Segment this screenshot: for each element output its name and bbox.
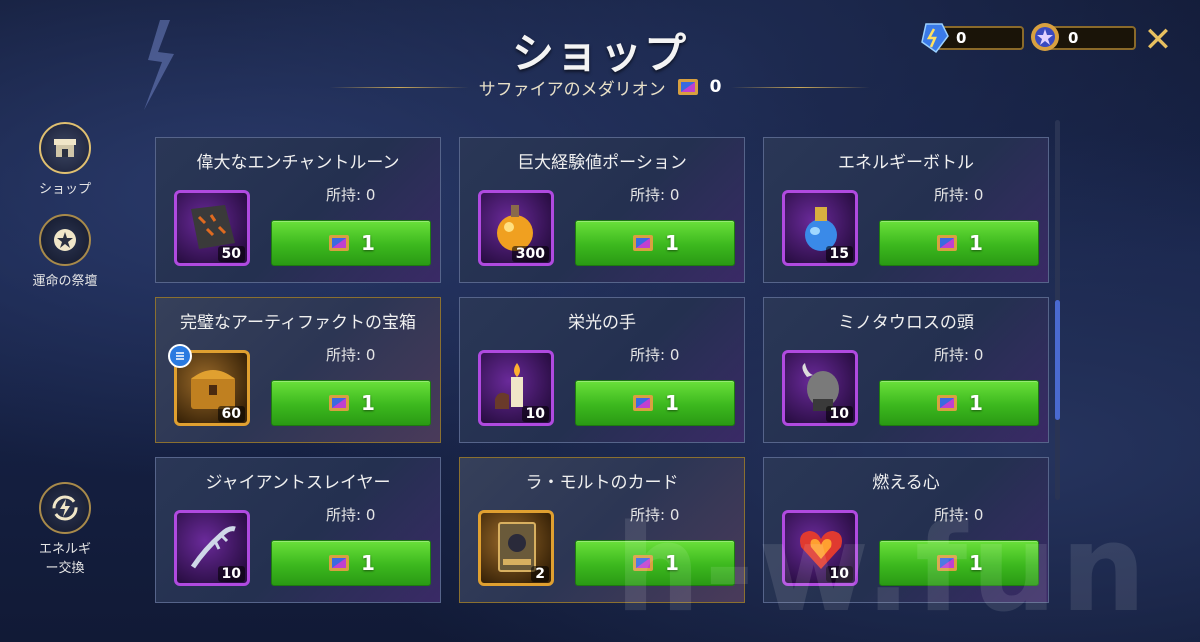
item-owned: 所持: 0 bbox=[630, 506, 680, 524]
energy-crystal-counter: 0 bbox=[921, 23, 1024, 54]
buy-price: 1 bbox=[665, 231, 679, 255]
item-owned: 所持: 0 bbox=[326, 506, 376, 524]
item-qty: 10 bbox=[825, 406, 853, 422]
item-qty: 10 bbox=[825, 566, 853, 582]
sapphire-medallion-icon bbox=[937, 235, 958, 251]
sapphire-medallion-icon bbox=[329, 235, 350, 251]
list-badge-icon[interactable] bbox=[168, 344, 192, 368]
buy-price: 1 bbox=[969, 231, 983, 255]
subtitle-count: 0 bbox=[709, 77, 722, 97]
nav-energy-exchange-label: エネルギー交換 bbox=[38, 542, 91, 576]
shop-icon bbox=[54, 139, 76, 157]
buy-button[interactable]: 1 bbox=[575, 380, 735, 426]
buy-button[interactable]: 1 bbox=[879, 220, 1039, 266]
shop-item-card: エネルギーボトル 15 所持: 0 1 bbox=[763, 137, 1049, 283]
shop-item-card: 巨大経験値ポーション 300 所持: 0 1 bbox=[459, 137, 745, 283]
nav-shop-label: ショップ bbox=[38, 182, 91, 197]
subtitle-row: サファイアのメダリオン 0 bbox=[330, 74, 870, 100]
item-frame[interactable]: 15 bbox=[782, 190, 858, 266]
buy-price: 1 bbox=[969, 551, 983, 575]
item-frame[interactable]: 300 bbox=[478, 190, 554, 266]
energy-crystal-value: 0 bbox=[956, 29, 967, 47]
scrollbar[interactable] bbox=[1055, 120, 1060, 500]
buy-button[interactable]: 1 bbox=[879, 540, 1039, 586]
item-owned: 所持: 0 bbox=[630, 186, 680, 204]
nav-altar-label: 運命の祭壇 bbox=[32, 274, 98, 289]
item-owned: 所持: 0 bbox=[934, 506, 984, 524]
buy-button[interactable]: 1 bbox=[271, 540, 431, 586]
shop-item-card: 完璧なアーティファクトの宝箱 60 所持: 0 1 bbox=[155, 297, 441, 443]
sapphire-medallion-icon bbox=[633, 395, 654, 411]
item-owned: 所持: 0 bbox=[934, 346, 984, 364]
subtitle: サファイアのメダリオン bbox=[478, 79, 666, 100]
item-title: ジャイアントスレイヤー bbox=[205, 473, 391, 493]
nav-altar[interactable]: 運命の祭壇 bbox=[20, 214, 110, 289]
item-title: 偉大なエンチャントルーン bbox=[196, 153, 400, 173]
medal-icon bbox=[1031, 23, 1059, 51]
divider bbox=[330, 86, 469, 88]
shop-item-card: ラ・モルトのカード 2 所持: 0 1 bbox=[459, 457, 745, 603]
close-button[interactable]: ✕ bbox=[1140, 22, 1176, 58]
item-owned: 所持: 0 bbox=[630, 346, 680, 364]
scroll-thumb[interactable] bbox=[1055, 300, 1060, 420]
nav-shop[interactable]: ショップ bbox=[20, 122, 110, 197]
item-owned: 所持: 0 bbox=[934, 186, 984, 204]
nav-energy-exchange[interactable]: エネルギー交換 bbox=[20, 482, 110, 576]
buy-price: 1 bbox=[361, 391, 375, 415]
item-qty: 300 bbox=[511, 246, 549, 262]
buy-price: 1 bbox=[969, 391, 983, 415]
sapphire-medallion-icon bbox=[329, 555, 350, 571]
buy-button[interactable]: 1 bbox=[271, 380, 431, 426]
item-title: ミノタウロスの頭 bbox=[838, 313, 974, 333]
item-title: 完璧なアーティファクトの宝箱 bbox=[180, 313, 416, 333]
item-owned: 所持: 0 bbox=[326, 186, 376, 204]
item-frame[interactable]: 50 bbox=[174, 190, 250, 266]
sapphire-medallion-icon bbox=[677, 79, 698, 95]
item-frame[interactable]: 10 bbox=[782, 510, 858, 586]
buy-price: 1 bbox=[361, 231, 375, 255]
star-icon bbox=[54, 229, 76, 251]
sapphire-medallion-icon bbox=[633, 555, 654, 571]
shop-item-card: ジャイアントスレイヤー 10 所持: 0 1 bbox=[155, 457, 441, 603]
item-frame[interactable]: 2 bbox=[478, 510, 554, 586]
buy-button[interactable]: 1 bbox=[575, 540, 735, 586]
buy-price: 1 bbox=[665, 391, 679, 415]
item-qty: 2 bbox=[531, 566, 549, 582]
sapphire-medallion-icon bbox=[937, 555, 958, 571]
item-frame[interactable]: 10 bbox=[174, 510, 250, 586]
item-title: 燃える心 bbox=[872, 473, 940, 493]
medal-counter: 0 bbox=[1031, 23, 1136, 51]
sapphire-medallion-icon bbox=[937, 395, 958, 411]
item-frame[interactable]: 10 bbox=[478, 350, 554, 426]
item-qty: 10 bbox=[521, 406, 549, 422]
item-qty: 50 bbox=[217, 246, 245, 262]
buy-button[interactable]: 1 bbox=[271, 220, 431, 266]
item-qty: 10 bbox=[217, 566, 245, 582]
divider bbox=[731, 86, 870, 88]
buy-price: 1 bbox=[665, 551, 679, 575]
buy-button[interactable]: 1 bbox=[879, 380, 1039, 426]
energy-exchange-icon bbox=[52, 495, 78, 521]
item-owned: 所持: 0 bbox=[326, 346, 376, 364]
item-title: 栄光の手 bbox=[568, 313, 636, 333]
item-title: 巨大経験値ポーション bbox=[517, 153, 687, 173]
item-qty: 15 bbox=[825, 246, 853, 262]
shop-item-card: 燃える心 10 所持: 0 1 bbox=[763, 457, 1049, 603]
item-frame[interactable]: 10 bbox=[782, 350, 858, 426]
item-title: エネルギーボトル bbox=[838, 153, 974, 173]
sapphire-medallion-icon bbox=[329, 395, 350, 411]
medal-value: 0 bbox=[1068, 29, 1079, 47]
item-qty: 60 bbox=[217, 406, 245, 422]
buy-price: 1 bbox=[361, 551, 375, 575]
shop-item-card: ミノタウロスの頭 10 所持: 0 1 bbox=[763, 297, 1049, 443]
shop-item-card: 栄光の手 10 所持: 0 1 bbox=[459, 297, 745, 443]
sapphire-medallion-icon bbox=[633, 235, 654, 251]
item-title: ラ・モルトのカード bbox=[525, 473, 679, 493]
shop-item-card: 偉大なエンチャントルーン 50 所持: 0 1 bbox=[155, 137, 441, 283]
energy-crystal-icon bbox=[921, 23, 949, 54]
buy-button[interactable]: 1 bbox=[575, 220, 735, 266]
